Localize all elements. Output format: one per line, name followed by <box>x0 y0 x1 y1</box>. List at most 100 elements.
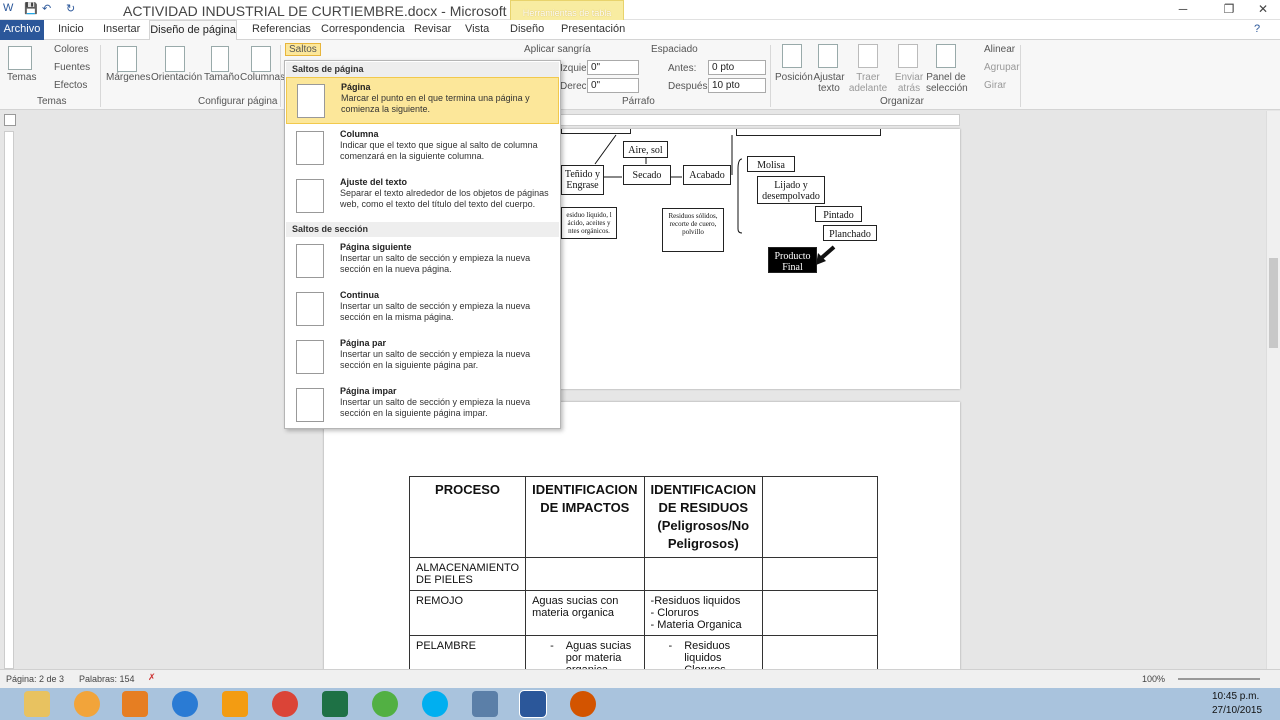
table-header-cell[interactable]: PROCESO <box>408 476 527 558</box>
minimize-button[interactable]: ─ <box>1170 2 1196 16</box>
fonts-button[interactable]: Fuentes <box>54 62 90 73</box>
table-cell[interactable] <box>525 557 645 591</box>
selection-pane-button[interactable]: Panel de selección <box>926 72 968 94</box>
scrollbar-thumb[interactable] <box>1269 258 1278 348</box>
ribbon-divider <box>770 45 771 107</box>
proofing-icon[interactable]: ✗ <box>148 672 156 683</box>
break-next-page-item[interactable]: Página siguiente Insertar un salto de se… <box>286 238 559 285</box>
columns-icon[interactable] <box>251 46 271 72</box>
context-tab-label: Herramientas de tabla <box>522 8 612 18</box>
table-cell[interactable]: ALMACENAMIENTO DE PIELES <box>408 557 527 591</box>
break-page-item[interactable]: Página Marcar el punto en el que termina… <box>286 77 559 124</box>
table-header-cell[interactable]: IDENTIFICACION DE IMPACTOS <box>525 476 645 558</box>
tab-file[interactable]: Archivo <box>0 20 44 40</box>
table-cell[interactable] <box>643 557 764 591</box>
table-cell[interactable] <box>762 590 878 636</box>
window-icon[interactable] <box>472 691 498 717</box>
margins-button[interactable]: Márgenes <box>106 72 150 83</box>
bring-forward-icon <box>858 44 878 68</box>
word-taskbar-icon[interactable] <box>519 690 547 718</box>
spacing-after-label: Después: <box>668 81 711 92</box>
themes-icon[interactable] <box>8 46 32 70</box>
table-header-cell[interactable]: IDENTIFICACION DE RESIDUOS (Peligrosos/N… <box>643 476 764 558</box>
vertical-scrollbar[interactable] <box>1266 111 1280 669</box>
tab-home[interactable]: Inicio <box>58 23 84 35</box>
colors-button[interactable]: Colores <box>54 44 88 55</box>
tab-presentation[interactable]: Presentación <box>561 23 625 35</box>
redo-icon[interactable]: ↻ <box>66 2 75 15</box>
break-even-page-item[interactable]: Página par Insertar un salto de sección … <box>286 334 559 381</box>
table-cell[interactable]: -Residuos liquidos - Cloruros - Materia Or… <box>643 590 764 636</box>
file-explorer-icon[interactable] <box>24 691 50 717</box>
media-player-icon[interactable] <box>122 691 148 717</box>
effects-button[interactable]: Efectos <box>54 80 87 91</box>
wrap-text-button[interactable]: Ajustar texto <box>812 72 846 94</box>
margins-icon[interactable] <box>117 46 137 72</box>
app-icon[interactable] <box>74 691 100 717</box>
clock-date[interactable]: 27/10/2015 <box>1212 705 1262 716</box>
position-icon[interactable] <box>782 44 802 68</box>
tab-selector[interactable] <box>4 114 16 126</box>
size-icon[interactable] <box>211 46 229 72</box>
vertical-ruler[interactable] <box>4 131 14 669</box>
orientation-icon[interactable] <box>165 46 185 72</box>
position-button[interactable]: Posición <box>775 72 813 83</box>
page-break-icon <box>297 84 325 118</box>
wrap-text-icon[interactable] <box>818 44 838 68</box>
tab-design[interactable]: Diseño <box>510 23 544 35</box>
tab-mailings[interactable]: Correspondencia <box>321 23 405 35</box>
app2-icon[interactable] <box>570 691 596 717</box>
align-button[interactable]: Alinear <box>984 44 1015 55</box>
word-count[interactable]: Palabras: 154 <box>79 674 135 684</box>
spacing-before-input[interactable]: 0 pto <box>708 60 766 75</box>
section-breaks-header: Saltos de sección <box>286 222 559 237</box>
process-table[interactable]: PROCESO IDENTIFICACION DE IMPACTOS IDENT… <box>408 476 878 696</box>
break-odd-page-item[interactable]: Página impar Insertar un salto de secció… <box>286 382 559 429</box>
table-cell-line: Residuos liquidos <box>684 640 731 664</box>
table-cell[interactable]: REMOJO <box>408 590 527 636</box>
spacing-after-input[interactable]: 10 pto <box>708 78 766 93</box>
table-cell[interactable]: Aguas sucias con materia organica <box>525 590 645 636</box>
page-count[interactable]: Página: 2 de 3 <box>6 674 64 684</box>
table-header-cell[interactable] <box>762 476 878 558</box>
chrome-icon[interactable] <box>272 691 298 717</box>
xbox-icon[interactable] <box>372 691 398 717</box>
tab-page-layout[interactable]: Diseño de página <box>149 20 237 41</box>
indent-right-label: Derecha: <box>560 81 586 92</box>
break-text-wrap-item[interactable]: Ajuste del texto Separar el texto alrede… <box>286 173 559 220</box>
tab-references[interactable]: Referencias <box>252 23 311 35</box>
tab-view[interactable]: Vista <box>465 23 489 35</box>
selection-pane-icon[interactable] <box>936 44 956 68</box>
columns-button[interactable]: Columnas <box>240 72 285 83</box>
clock-time[interactable]: 10:45 p.m. <box>1212 691 1259 702</box>
item-desc: Indicar que el texto que sigue al salto … <box>340 140 538 161</box>
skype-icon[interactable] <box>422 691 448 717</box>
excel-icon[interactable] <box>322 691 348 717</box>
save-icon[interactable]: 💾 <box>24 2 38 15</box>
paragraph-group-label: Párrafo <box>622 96 655 107</box>
break-column-item[interactable]: Columna Indicar que el texto que sigue a… <box>286 125 559 172</box>
breaks-menu: Saltos de página Página Marcar el punto … <box>284 60 561 429</box>
close-button[interactable]: ✕ <box>1250 2 1276 16</box>
size-button[interactable]: Tamaño <box>204 72 240 83</box>
break-continuous-item[interactable]: Continua Insertar un salto de sección y … <box>286 286 559 333</box>
title-bar: W 💾 ↶ ↻ ACTIVIDAD INDUSTRIAL DE CURTIEMB… <box>0 0 1280 20</box>
tab-review[interactable]: Revisar <box>414 23 451 35</box>
zoom-slider[interactable] <box>1178 678 1260 680</box>
help-icon[interactable]: ? <box>1254 23 1260 35</box>
undo-icon[interactable]: ↶ <box>42 2 51 15</box>
indent-left-input[interactable]: 0" <box>587 60 639 75</box>
internet-explorer-icon[interactable] <box>172 691 198 717</box>
item-desc: Insertar un salto de sección y empieza l… <box>340 253 531 274</box>
tab-insert[interactable]: Insertar <box>103 23 140 35</box>
next-page-break-icon <box>296 244 324 278</box>
indent-right-input[interactable]: 0" <box>587 78 639 93</box>
orientation-button[interactable]: Orientación <box>151 72 202 83</box>
breaks-button[interactable]: Saltos <box>285 43 321 56</box>
themes-button[interactable]: Temas <box>7 72 36 83</box>
restore-button[interactable]: ❐ <box>1216 2 1242 16</box>
table-cell[interactable] <box>762 557 878 591</box>
vlc-icon[interactable] <box>222 691 248 717</box>
zoom-level[interactable]: 100% <box>1142 674 1165 684</box>
bullet-dash: - <box>668 640 673 652</box>
